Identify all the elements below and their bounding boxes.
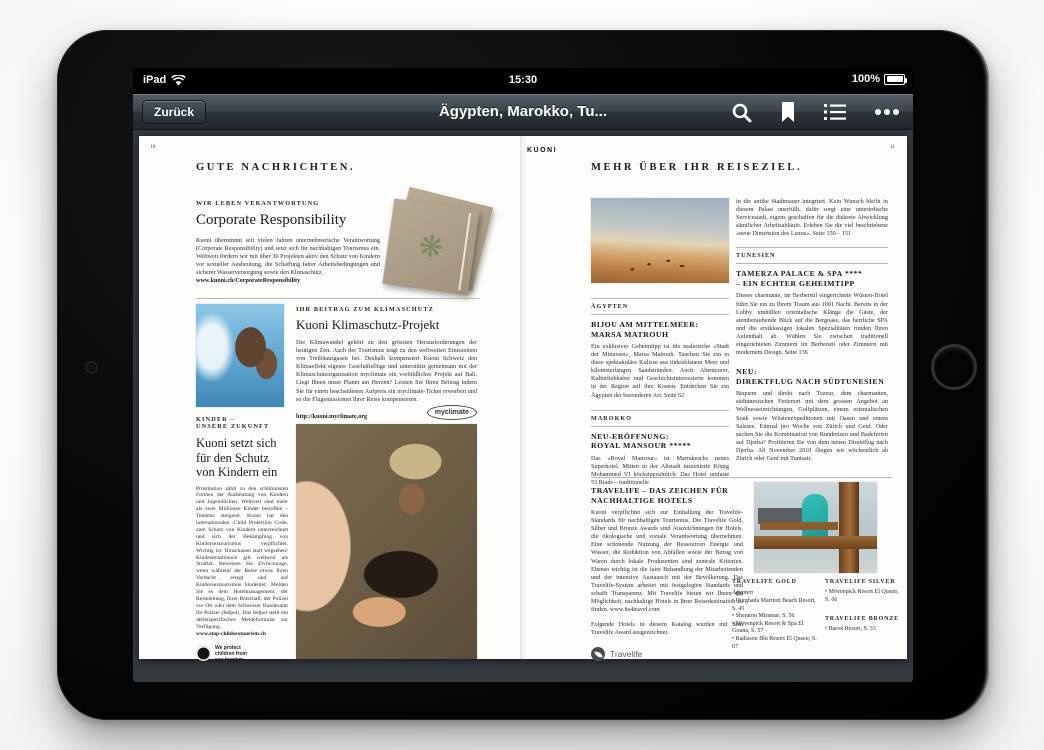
page-11: KUONI 11 MEHR ÜBER IHR REISEZIEL. ÄGYPTE… xyxy=(523,136,907,659)
flower-cutout-icon: ❋ xyxy=(416,228,446,266)
continuation-body: in die antike Stadtmauer integriert. Kei… xyxy=(736,198,888,238)
myclimate-logo: myclimate xyxy=(427,405,477,420)
morocco-body: Das «Royal Mansour» ist Marrakeschs neue… xyxy=(591,455,729,487)
children-link[interactable]: www.stop-childsextourism.ch xyxy=(196,631,288,637)
ipad-device: iPad 15:30 100% Zurück Ägypten, Marokko,… xyxy=(57,30,989,720)
travelife-logo: Travelife xyxy=(591,647,743,661)
children-title: Kuoni setzt sich für den Schutz von Kind… xyxy=(196,436,288,480)
child-protection-icon xyxy=(196,646,211,661)
back-button[interactable]: Zurück xyxy=(142,100,206,124)
egypt-body: Ein exklusiver Geheimtipp ist die maleri… xyxy=(591,343,729,400)
travelife-body: Kuoni verpflichtet sich zur Einhaltung d… xyxy=(591,509,743,614)
list-item: Baron Resort, S. 33 xyxy=(825,626,905,634)
bookmark-icon[interactable] xyxy=(781,102,795,123)
brochure-photo: ❋ xyxy=(380,194,496,302)
status-bar: iPad 15:30 100% xyxy=(133,68,913,94)
travelife-note: Folgende Hotels in diesem Katalog wurden… xyxy=(591,621,743,637)
pdf-viewer[interactable]: 10 GUTE NACHRICHTEN. WIR LEBEN VERANTWOR… xyxy=(133,130,913,682)
list-item: Mövenpick Resort & Spa El Gouna, S. 57 xyxy=(732,621,820,636)
page-fold xyxy=(520,136,527,659)
search-icon[interactable] xyxy=(731,102,752,123)
page-spread: 10 GUTE NACHRICHTEN. WIR LEBEN VERANTWOR… xyxy=(139,136,907,659)
page-number: 11 xyxy=(890,144,895,150)
responsibility-title: Corporate Responsibility xyxy=(196,212,346,229)
travelife-silver-bronze-list: TRAVELIFE SILVER Mövenpick Resort El Qus… xyxy=(825,579,905,634)
climate-title: Kuoni Klimaschutz-Projekt xyxy=(296,317,477,333)
background: iPad 15:30 100% Zurück Ägypten, Marokko,… xyxy=(0,0,1044,750)
home-button[interactable] xyxy=(931,344,977,390)
battery-icon xyxy=(884,74,905,85)
flight-body: Bequem und direkt nach Tozeur, dem charm… xyxy=(736,390,888,463)
children-kicker: KINDER – UNSERE ZUKUNFT xyxy=(196,416,288,430)
right-page-headline: MEHR ÜBER IHR REISEZIEL. xyxy=(591,162,802,173)
children-body: Prostitution zählt zu den schlimmsten Fo… xyxy=(196,486,288,631)
climate-section: IHR BEITRAG ZUM KLIMASCHUTZ Kuoni Klimas… xyxy=(296,306,477,420)
farmer-soil-photo xyxy=(296,424,477,659)
beach-chair-photo xyxy=(754,482,877,573)
climate-link[interactable]: http://kuoni.myclimate.org xyxy=(296,413,367,420)
list-item: Sheraton Miramar, S. 56 xyxy=(732,613,820,621)
more-icon[interactable] xyxy=(875,109,899,115)
destinations-column: ÄGYPTEN BIJOU AM MITTELMEER: MARSA MATRO… xyxy=(591,294,729,487)
clock: 15:30 xyxy=(133,74,913,86)
travelife-gold-list: TRAVELIFE GOLD Ägypten Hurghada Marriott… xyxy=(732,579,820,651)
children-section: KINDER – UNSERE ZUKUNFT Kuoni setzt sich… xyxy=(196,416,288,663)
travelife-section: TRAVELIFE – DAS ZEICHEN FÜR NACHHALTIGE … xyxy=(591,486,743,661)
page-number: 10 xyxy=(150,144,156,150)
toolbar-icons xyxy=(731,94,899,130)
nav-bar: Zurück Ägypten, Marokko, Tu... xyxy=(133,94,913,130)
front-camera-icon xyxy=(87,363,96,372)
responsibility-link[interactable]: www.kuoni.ch/CorporateResponsibility xyxy=(196,277,380,284)
responsibility-kicker: WIR LEBEN VERANTWORTUNG xyxy=(196,200,319,207)
left-page-headline: GUTE NACHRICHTEN. xyxy=(196,162,355,173)
screen: iPad 15:30 100% Zurück Ägypten, Marokko,… xyxy=(133,68,913,682)
climate-kicker: IHR BEITRAG ZUM KLIMASCHUTZ xyxy=(296,306,477,313)
tunisia-column: in die antike Stadtmauer integriert. Kei… xyxy=(736,198,888,463)
morocco-label: MAROKKO xyxy=(591,415,729,422)
responsibility-body: Kuoni übernimmt seit vielen Jahren unter… xyxy=(196,237,380,277)
list-item: Radisson Blu Resort El Quseir, S. 67 xyxy=(732,636,820,651)
egypt-title: BIJOU AM MITTELMEER: MARSA MATROUH xyxy=(591,320,729,339)
hands-water-photo xyxy=(196,304,284,407)
egypt-label: ÄGYPTEN xyxy=(591,303,729,310)
tunisia-body: Dieses charmante, im Berberstil eingeric… xyxy=(736,292,888,357)
travelife-leaf-icon xyxy=(591,647,605,661)
tunisia-label: TUNESIEN xyxy=(736,252,888,259)
battery-percent: 100% xyxy=(852,73,880,85)
flight-title: NEU: DIREKTFLUG NACH SÜDTUNESIEN xyxy=(736,367,888,386)
tunisia-title: TAMERZA PALACE & SPA **** – EIN ECHTER G… xyxy=(736,269,888,288)
toc-icon[interactable] xyxy=(824,103,846,121)
page-10: 10 GUTE NACHRICHTEN. WIR LEBEN VERANTWOR… xyxy=(139,136,523,659)
kuoni-logo: KUONI xyxy=(527,147,557,154)
beach-photo xyxy=(591,198,729,283)
country-label: Ägypten xyxy=(732,589,820,596)
climate-body: Der Klimawandel gehört zu den grössten H… xyxy=(296,339,477,404)
child-protection-label: We protect children from sex tourism. xyxy=(215,645,247,663)
list-item: Hurghada Marriott Beach Resort, S. 45 xyxy=(732,598,820,613)
list-item: Mövenpick Resort El Quseir, S. 66 xyxy=(825,589,905,604)
morocco-title: NEU-ERÖFFNUNG: ROYAL MANSOUR ***** xyxy=(591,432,729,451)
travelife-title: TRAVELIFE – DAS ZEICHEN FÜR NACHHALTIGE … xyxy=(591,486,743,505)
